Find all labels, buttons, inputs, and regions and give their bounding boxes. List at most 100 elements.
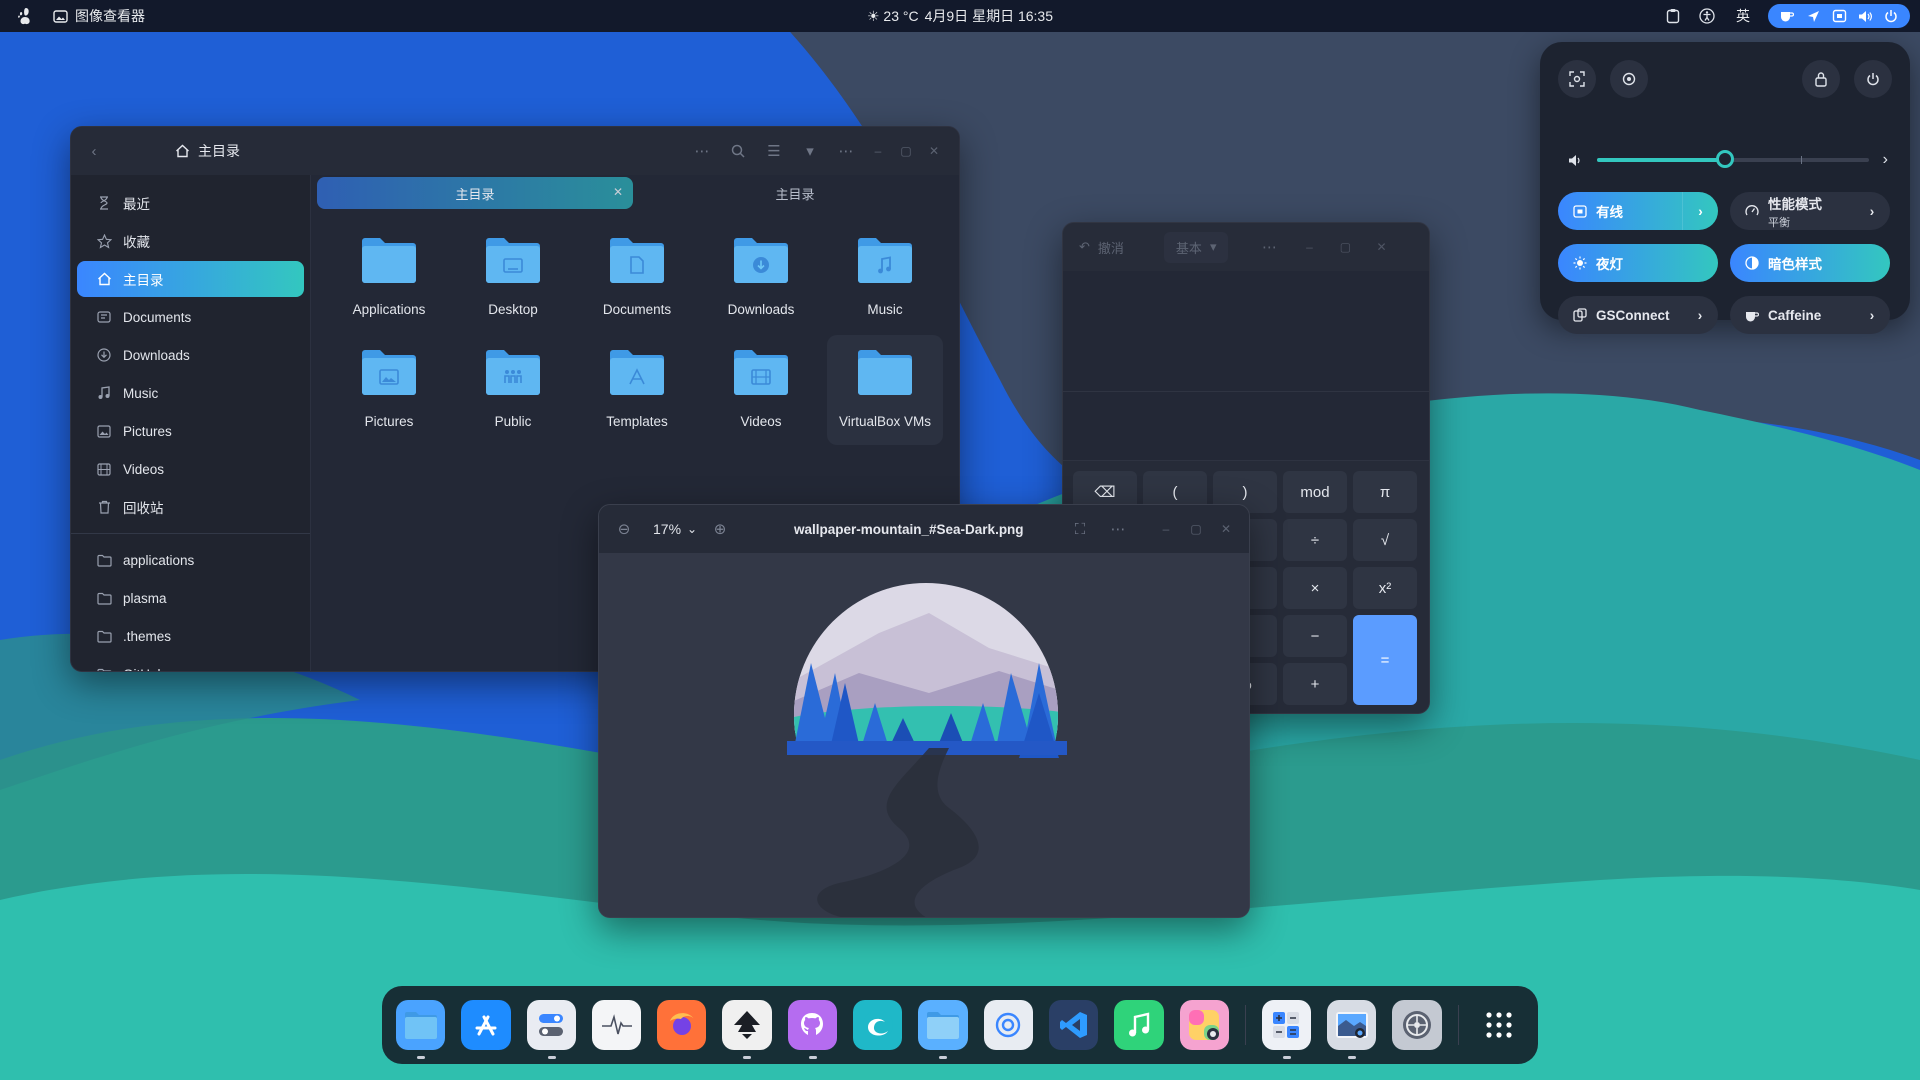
folder-pictures[interactable]: Pictures	[331, 335, 447, 445]
back-button[interactable]: ‹	[79, 136, 109, 166]
calc-key-2-4[interactable]: x²	[1353, 567, 1417, 609]
quick-toggle-3[interactable]: 暗色样式	[1730, 244, 1890, 282]
main-menu-icon[interactable]: ⋯	[831, 136, 861, 166]
calc-key-1-3[interactable]: ÷	[1283, 519, 1347, 561]
screenshot-icon[interactable]	[1558, 60, 1596, 98]
calc-key-4-3[interactable]: +	[1283, 663, 1347, 705]
dock-music[interactable]	[1114, 1000, 1164, 1050]
calc-key-2-3[interactable]: ×	[1283, 567, 1347, 609]
more-path-options-icon[interactable]: ⋯	[687, 136, 717, 166]
sidebar-item--[interactable]: 收藏	[77, 223, 304, 259]
sidebar-item-documents[interactable]: Documents	[77, 299, 304, 335]
calc-key-1-4[interactable]: √	[1353, 519, 1417, 561]
weather-indicator[interactable]: ☀ 23 °C	[867, 8, 919, 25]
sidebar-item-github[interactable]: GitHub	[77, 656, 304, 671]
dock-tweaks[interactable]	[526, 1000, 576, 1059]
dock-system-monitor[interactable]	[591, 1000, 642, 1050]
quick-toggle-4[interactable]: GSConnect ›	[1558, 296, 1718, 334]
quick-toggle-2[interactable]: 夜灯	[1558, 244, 1718, 282]
chevron-right-icon[interactable]: ›	[1682, 192, 1718, 230]
maximize-icon[interactable]: ▢	[895, 140, 917, 162]
quick-toggle-0[interactable]: 有线 ›	[1558, 192, 1718, 230]
minimize-icon[interactable]: –	[867, 140, 889, 162]
dock-github[interactable]	[787, 1000, 838, 1059]
minimize-icon[interactable]: –	[1298, 236, 1320, 258]
tab-home-1[interactable]: 主目录 ✕	[317, 177, 633, 209]
close-icon[interactable]: ✕	[1370, 236, 1392, 258]
sidebar-item-plasma[interactable]: plasma	[77, 580, 304, 616]
dock-vscode[interactable]	[1048, 1000, 1099, 1050]
calc-key-0-4[interactable]: π	[1353, 471, 1417, 513]
sidebar-item-downloads[interactable]: Downloads	[77, 337, 304, 373]
sidebar-item-music[interactable]: Music	[77, 375, 304, 411]
maximize-icon[interactable]: ▢	[1185, 518, 1207, 540]
minimize-icon[interactable]: –	[1155, 518, 1177, 540]
image-canvas[interactable]	[599, 553, 1249, 917]
dock-app-grid[interactable]	[1475, 1000, 1524, 1050]
active-app-menu[interactable]: 图像查看器	[52, 6, 145, 26]
volume-knob[interactable]	[1715, 150, 1734, 168]
folder-videos[interactable]: Videos	[703, 335, 819, 445]
close-icon[interactable]: ✕	[1215, 518, 1237, 540]
folder-music[interactable]: Music	[827, 223, 943, 333]
view-options-chevron-icon[interactable]: ▾	[795, 136, 825, 166]
path-bar[interactable]: 主目录	[175, 136, 240, 166]
accessibility-icon[interactable]	[1696, 5, 1718, 27]
dock-files[interactable]	[396, 1000, 446, 1059]
calc-key-3-3[interactable]: −	[1283, 615, 1347, 657]
tab-close-icon[interactable]: ✕	[613, 185, 623, 199]
sidebar-item-applications[interactable]: applications	[77, 542, 304, 578]
dock-settings[interactable]	[1392, 1000, 1442, 1050]
input-method-indicator[interactable]: 英	[1730, 6, 1756, 26]
folder-virtualbox-vms[interactable]: VirtualBox VMs	[827, 335, 943, 445]
folder-public[interactable]: Public	[455, 335, 571, 445]
dock-image-viewer[interactable]	[1327, 1000, 1377, 1059]
fullscreen-icon[interactable]: ⛶	[1065, 514, 1095, 544]
dock-colors[interactable]	[1179, 1000, 1229, 1050]
system-status-menu[interactable]	[1768, 4, 1910, 28]
dock-app-store[interactable]	[461, 1000, 511, 1050]
calculator-display[interactable]	[1063, 271, 1429, 461]
chevron-right-icon[interactable]: ›	[1854, 296, 1890, 334]
zoom-in-icon[interactable]: ⊕	[705, 514, 735, 544]
list-view-icon[interactable]: ☰	[759, 136, 789, 166]
undo-button[interactable]: ↶ 撤消	[1079, 238, 1124, 257]
folder-documents[interactable]: Documents	[579, 223, 695, 333]
dock-edge[interactable]	[853, 1000, 903, 1050]
zoom-selector[interactable]: 17% ⌄	[653, 521, 697, 537]
gnome-foot-icon[interactable]	[14, 5, 36, 27]
mode-selector[interactable]: 基本 ▾	[1163, 231, 1229, 263]
lock-icon[interactable]	[1802, 60, 1840, 98]
sidebar-item--[interactable]: 主目录	[77, 261, 304, 297]
sidebar-item--[interactable]: 回收站	[77, 489, 304, 525]
sidebar-item--[interactable]: 最近	[77, 185, 304, 221]
folder-templates[interactable]: Templates	[579, 335, 695, 445]
power-off-icon[interactable]	[1854, 60, 1892, 98]
dock-files-2[interactable]	[918, 1000, 968, 1059]
sidebar-item-videos[interactable]: Videos	[77, 451, 304, 487]
calc-key-3-4[interactable]: =	[1353, 615, 1417, 705]
folder-downloads[interactable]: Downloads	[703, 223, 819, 333]
viewer-menu-icon[interactable]: ⋯	[1103, 514, 1133, 544]
dock-browser[interactable]	[983, 1000, 1033, 1050]
search-icon[interactable]	[723, 136, 753, 166]
folder-applications[interactable]: Applications	[331, 223, 447, 333]
volume-slider[interactable]	[1597, 150, 1869, 168]
quick-toggle-1[interactable]: 性能模式 平衡 ›	[1730, 192, 1890, 230]
chevron-right-icon[interactable]: ›	[1854, 192, 1890, 230]
calc-key-0-3[interactable]: mod	[1283, 471, 1347, 513]
clipboard-icon[interactable]	[1662, 5, 1684, 27]
tab-home-2[interactable]: 主目录	[637, 177, 953, 209]
folder-desktop[interactable]: Desktop	[455, 223, 571, 333]
chevron-right-icon[interactable]: ›	[1883, 151, 1888, 169]
clock[interactable]: 4月9日 星期日 16:35	[925, 6, 1053, 26]
dock-inkscape[interactable]	[722, 1000, 772, 1059]
maximize-icon[interactable]: ▢	[1334, 236, 1356, 258]
quick-toggle-5[interactable]: Caffeine ›	[1730, 296, 1890, 334]
close-icon[interactable]: ✕	[923, 140, 945, 162]
sidebar-item-pictures[interactable]: Pictures	[77, 413, 304, 449]
settings-gear-icon[interactable]	[1610, 60, 1648, 98]
sidebar-item-themes[interactable]: .themes	[77, 618, 304, 654]
zoom-out-icon[interactable]: ⊖	[609, 514, 639, 544]
chevron-right-icon[interactable]: ›	[1682, 296, 1718, 334]
